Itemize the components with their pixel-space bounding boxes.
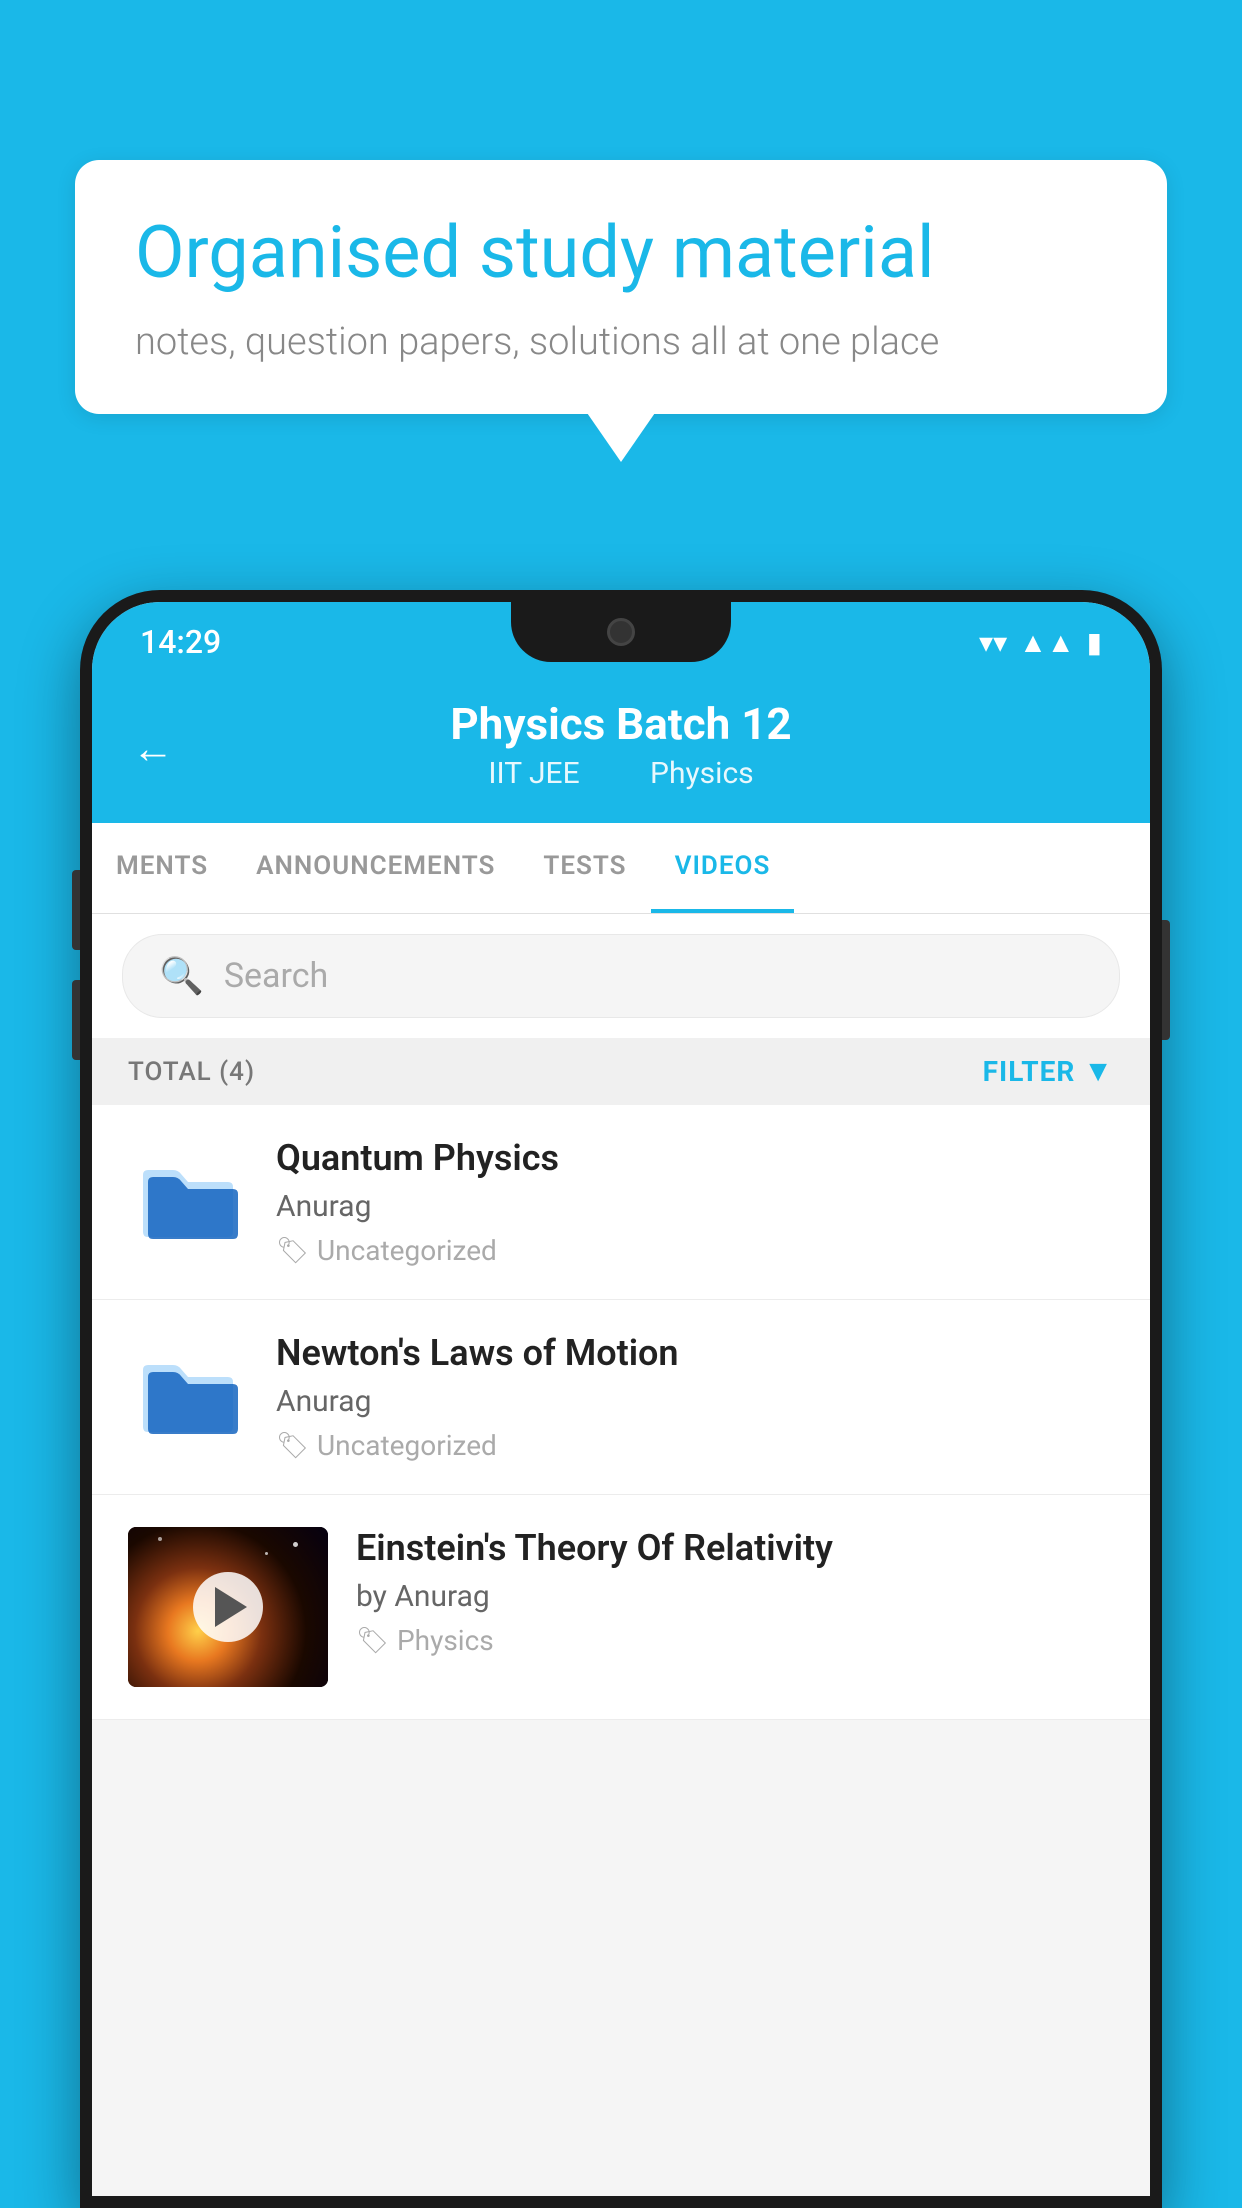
tag-icon: 🏷 — [276, 1236, 309, 1266]
filter-button[interactable]: FILTER ▼ — [983, 1054, 1114, 1089]
video-folder-icon — [128, 1332, 248, 1452]
battery-icon: ▮ — [1087, 626, 1102, 659]
header-subtitle-sep — [611, 756, 626, 791]
tag-label: Uncategorized — [317, 1429, 497, 1462]
video-folder-icon — [128, 1137, 248, 1257]
total-count: TOTAL (4) — [128, 1057, 255, 1087]
back-button[interactable]: ← — [132, 724, 174, 773]
header-subtitle: IIT JEE Physics — [132, 756, 1110, 791]
phone-frame: 14:29 ▾▾ ▲▲ ▮ ← Physics Batch 12 IIT JEE… — [80, 590, 1162, 2208]
status-icons: ▾▾ ▲▲ ▮ — [979, 626, 1102, 659]
tag-label: Physics — [397, 1624, 494, 1657]
front-camera — [607, 618, 635, 646]
video-info: Quantum Physics Anurag 🏷 Uncategorized — [276, 1137, 1114, 1267]
tabs-bar: MENTS ANNOUNCEMENTS TESTS VIDEOS — [92, 823, 1150, 914]
video-tag: 🏷 Physics — [356, 1624, 1114, 1657]
filter-row: TOTAL (4) FILTER ▼ — [92, 1038, 1150, 1105]
video-info: Newton's Laws of Motion Anurag 🏷 Uncateg… — [276, 1332, 1114, 1462]
play-button[interactable] — [193, 1572, 263, 1642]
list-item[interactable]: Einstein's Theory Of Relativity by Anura… — [92, 1495, 1150, 1720]
tag-icon: 🏷 — [356, 1626, 389, 1656]
speech-bubble-subtitle: notes, question papers, solutions all at… — [135, 320, 1107, 364]
video-tag: 🏷 Uncategorized — [276, 1234, 1114, 1267]
wifi-icon: ▾▾ — [979, 626, 1007, 659]
tab-ments[interactable]: MENTS — [92, 823, 232, 913]
video-tag: 🏷 Uncategorized — [276, 1429, 1114, 1462]
filter-label: FILTER — [983, 1055, 1076, 1088]
list-item[interactable]: Quantum Physics Anurag 🏷 Uncategorized — [92, 1105, 1150, 1300]
video-info: Einstein's Theory Of Relativity by Anura… — [356, 1527, 1114, 1657]
video-thumbnail — [128, 1527, 328, 1687]
video-title: Quantum Physics — [276, 1137, 1114, 1179]
speech-bubble-title: Organised study material — [135, 210, 1107, 296]
tab-tests[interactable]: TESTS — [519, 823, 650, 913]
video-list: Quantum Physics Anurag 🏷 Uncategorized — [92, 1105, 1150, 1720]
volume-up-button — [72, 870, 80, 950]
search-bar-container: 🔍 Search — [92, 914, 1150, 1038]
search-bar[interactable]: 🔍 Search — [122, 934, 1120, 1018]
list-item[interactable]: Newton's Laws of Motion Anurag 🏷 Uncateg… — [92, 1300, 1150, 1495]
tag-label: Uncategorized — [317, 1234, 497, 1267]
header-subtitle-physics: Physics — [650, 756, 754, 791]
video-author: Anurag — [276, 1384, 1114, 1419]
phone-notch — [511, 602, 731, 662]
volume-down-button — [72, 980, 80, 1060]
signal-icon: ▲▲ — [1019, 626, 1074, 659]
play-icon — [215, 1587, 247, 1627]
search-icon: 🔍 — [159, 955, 204, 997]
tab-videos[interactable]: VIDEOS — [651, 823, 795, 913]
tab-announcements[interactable]: ANNOUNCEMENTS — [232, 823, 519, 913]
video-title: Einstein's Theory Of Relativity — [356, 1527, 1114, 1569]
status-time: 14:29 — [140, 623, 221, 661]
filter-icon: ▼ — [1083, 1054, 1114, 1089]
header-subtitle-iitjee: IIT JEE — [488, 756, 579, 791]
speech-bubble: Organised study material notes, question… — [75, 160, 1167, 414]
app-header: ← Physics Batch 12 IIT JEE Physics — [92, 674, 1150, 823]
video-author: Anurag — [276, 1189, 1114, 1224]
phone-screen: 14:29 ▾▾ ▲▲ ▮ ← Physics Batch 12 IIT JEE… — [92, 602, 1150, 2196]
video-author: by Anurag — [356, 1579, 1114, 1614]
video-title: Newton's Laws of Motion — [276, 1332, 1114, 1374]
tag-icon: 🏷 — [276, 1431, 309, 1461]
search-placeholder: Search — [224, 956, 328, 996]
power-button — [1162, 920, 1170, 1040]
header-title: Physics Batch 12 — [132, 698, 1110, 750]
